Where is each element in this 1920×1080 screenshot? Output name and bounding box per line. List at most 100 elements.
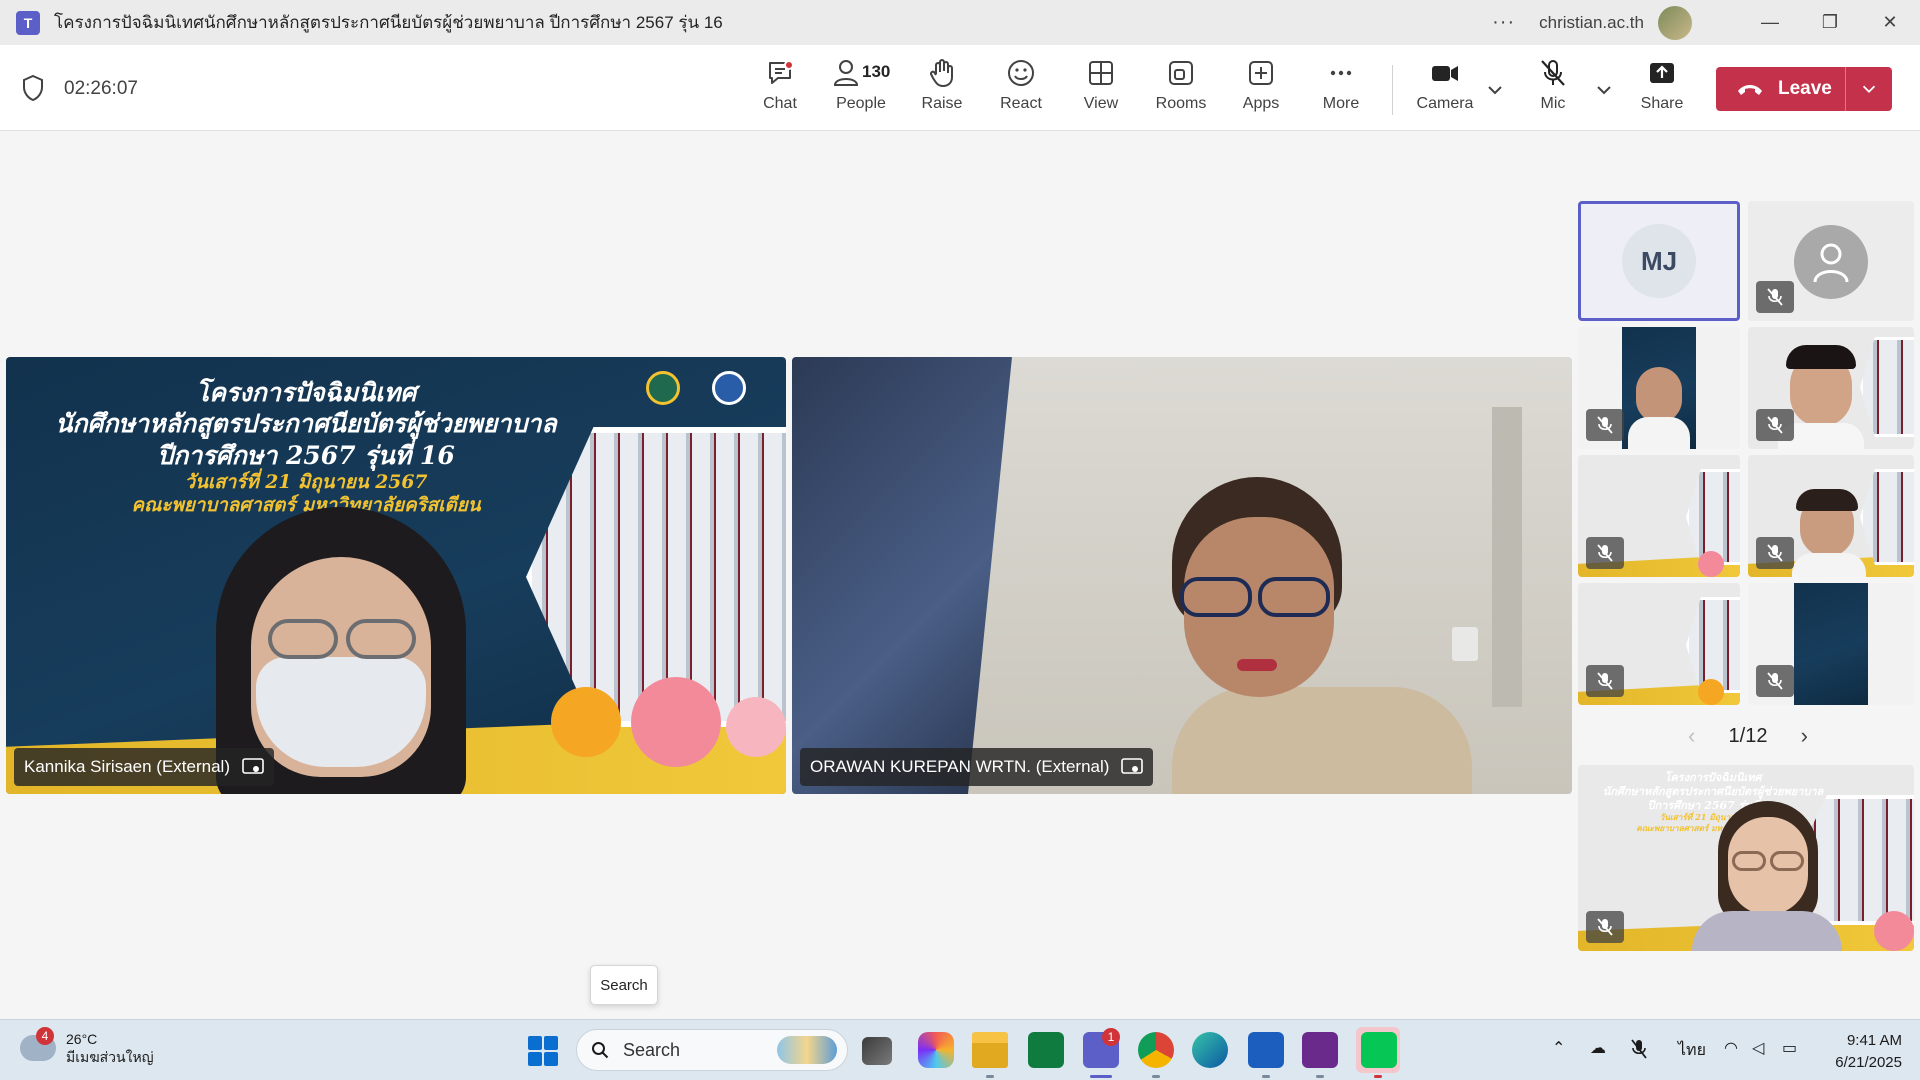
graduation-photo <box>1860 337 1914 437</box>
battery-icon[interactable]: ▭ <box>1782 1038 1797 1058</box>
input-language-indicator[interactable]: ไทย <box>1678 1038 1706 1063</box>
roster-pager: ‹ 1/12 › <box>1688 721 1808 751</box>
wifi-icon[interactable]: ◠ <box>1724 1038 1738 1058</box>
excel-icon[interactable] <box>1028 1032 1064 1068</box>
mic-off-icon <box>1597 672 1613 690</box>
meeting-stage: โครงการปัจฉิมนิเทศ นักศึกษาหลักสูตรประกา… <box>0 131 1920 1019</box>
weather-description: มีเมฆส่วนใหญ่ <box>66 1049 154 1066</box>
close-button[interactable]: ✕ <box>1860 0 1920 45</box>
side-tile-unknown[interactable] <box>1748 201 1914 321</box>
share-icon <box>1650 63 1674 83</box>
more-icon <box>1330 70 1352 76</box>
face-mask <box>256 657 426 767</box>
account-name[interactable]: christian.ac.th <box>1539 13 1644 33</box>
mic-button[interactable]: Mic <box>1530 57 1576 123</box>
camera-label: Camera <box>1416 95 1474 112</box>
word-icon[interactable] <box>1248 1032 1284 1068</box>
mic-options-chevron-icon[interactable] <box>1593 79 1615 101</box>
teams-logo-icon: T <box>16 10 40 35</box>
mic-off-icon <box>1767 416 1783 434</box>
apps-button[interactable]: Apps <box>1237 57 1285 123</box>
more-options-icon[interactable]: ··· <box>1492 11 1515 34</box>
file-explorer-icon[interactable] <box>972 1032 1008 1068</box>
taskbar-clock[interactable]: 9:41 AM 6/21/2025 <box>1820 1030 1902 1074</box>
more-label: More <box>1322 95 1360 112</box>
mic-off-icon <box>1541 60 1565 86</box>
participant-hair <box>1796 489 1858 511</box>
taskbar-search-box[interactable]: Search <box>576 1029 848 1071</box>
raise-label: Raise <box>921 95 963 112</box>
flower-decoration <box>1698 679 1724 705</box>
grid-view-icon <box>1089 61 1113 85</box>
video-tile-orawan[interactable]: ORAWAN KUREPAN WRTN. (External) <box>792 357 1572 794</box>
monitor-background <box>792 357 1012 794</box>
copilot-icon[interactable] <box>918 1032 954 1068</box>
maximize-button[interactable]: ❐ <box>1800 0 1860 45</box>
raise-hand-button[interactable]: Raise <box>918 57 966 123</box>
chrome-icon[interactable] <box>1138 1032 1174 1068</box>
side-tile-participant-7[interactable] <box>1578 583 1740 705</box>
next-page-button[interactable]: › <box>1801 723 1808 749</box>
mic-off-icon <box>1767 672 1783 690</box>
mic-off-icon <box>1767 288 1783 306</box>
title-bar-controls: ··· christian.ac.th — ❐ ✕ <box>1492 0 1920 45</box>
mic-off-icon <box>1597 416 1613 434</box>
start-button[interactable] <box>528 1036 558 1066</box>
participant-name-tag: Kannika Sirisaen (External) <box>14 748 274 786</box>
flower-decoration <box>1874 911 1914 951</box>
windows-logo-icon <box>528 1036 542 1050</box>
previous-page-button[interactable]: ‹ <box>1688 723 1695 749</box>
mic-off-icon <box>1597 918 1613 936</box>
camera-options-chevron-icon[interactable] <box>1484 79 1506 101</box>
show-hidden-icons-chevron-icon[interactable]: ⌃ <box>1552 1038 1565 1058</box>
edge-icon[interactable] <box>1192 1032 1228 1068</box>
more-button[interactable]: More <box>1317 57 1365 123</box>
leave-button[interactable]: Leave <box>1716 67 1892 111</box>
side-tile-participant-5[interactable] <box>1578 455 1740 577</box>
mic-muted-tray-icon[interactable] <box>1630 1038 1648 1060</box>
task-view-icon[interactable] <box>862 1037 892 1065</box>
hand-icon <box>930 59 953 87</box>
view-button[interactable]: View <box>1077 57 1125 123</box>
participant-shoulders <box>1692 911 1842 951</box>
weather-text: 26°C มีเมฆส่วนใหญ่ <box>66 1030 154 1066</box>
volume-icon[interactable]: ◁ <box>1752 1038 1764 1058</box>
leave-options-button[interactable] <box>1846 79 1892 99</box>
self-view-tile[interactable]: โครงการปัจฉิมนิเทศ นักศึกษาหลักสูตรประกา… <box>1578 765 1914 951</box>
chat-button[interactable]: Chat <box>757 57 803 123</box>
banner-line-2: นักศึกษาหลักสูตรประกาศนียบัตรผู้ช่วยพยาบ… <box>55 409 557 439</box>
leave-main-button[interactable]: Leave <box>1716 67 1846 111</box>
clock-date: 6/21/2025 <box>1835 1053 1902 1071</box>
participant-face <box>1636 367 1682 423</box>
door-frame <box>1492 407 1522 707</box>
side-tile-participant-8[interactable] <box>1748 583 1914 705</box>
running-indicator <box>1262 1075 1270 1078</box>
people-button[interactable]: 130 People <box>826 57 896 123</box>
react-button[interactable]: React <box>997 57 1045 123</box>
camera-button[interactable]: Camera <box>1415 57 1475 123</box>
running-indicator <box>986 1075 994 1078</box>
pdf-app-icon[interactable] <box>1302 1032 1338 1068</box>
side-tile-participant-4[interactable] <box>1748 327 1914 449</box>
flower-decoration <box>1698 551 1724 577</box>
side-tile-participant-6[interactable] <box>1748 455 1914 577</box>
add-app-icon <box>1249 61 1273 85</box>
line-app-icon[interactable] <box>1361 1032 1397 1068</box>
rooms-button[interactable]: Rooms <box>1154 57 1208 123</box>
weather-temperature: 26°C <box>66 1031 98 1047</box>
side-tile-participant-3[interactable] <box>1578 327 1740 449</box>
graduation-photo <box>1860 469 1914 565</box>
page-indicator: 1/12 <box>1728 724 1768 747</box>
account-avatar[interactable] <box>1658 5 1692 40</box>
share-button[interactable]: Share <box>1638 57 1686 123</box>
side-tile-mj[interactable]: MJ <box>1578 201 1740 321</box>
flower-decoration <box>726 697 786 757</box>
avatar-initials: MJ <box>1640 245 1678 276</box>
video-tile-kannika[interactable]: โครงการปัจฉิมนิเทศ นักศึกษาหลักสูตรประกา… <box>6 357 786 794</box>
weather-widget[interactable]: 4 26°C มีเมฆส่วนใหญ่ <box>20 1027 154 1066</box>
meeting-toolbar: 02:26:07 Chat 130 People Raise React Vie… <box>0 45 1920 131</box>
mic-off-icon <box>1767 544 1783 562</box>
onedrive-icon[interactable]: ☁ <box>1590 1038 1606 1058</box>
minimize-button[interactable]: — <box>1740 0 1800 45</box>
video-thumbnail <box>1794 583 1868 705</box>
